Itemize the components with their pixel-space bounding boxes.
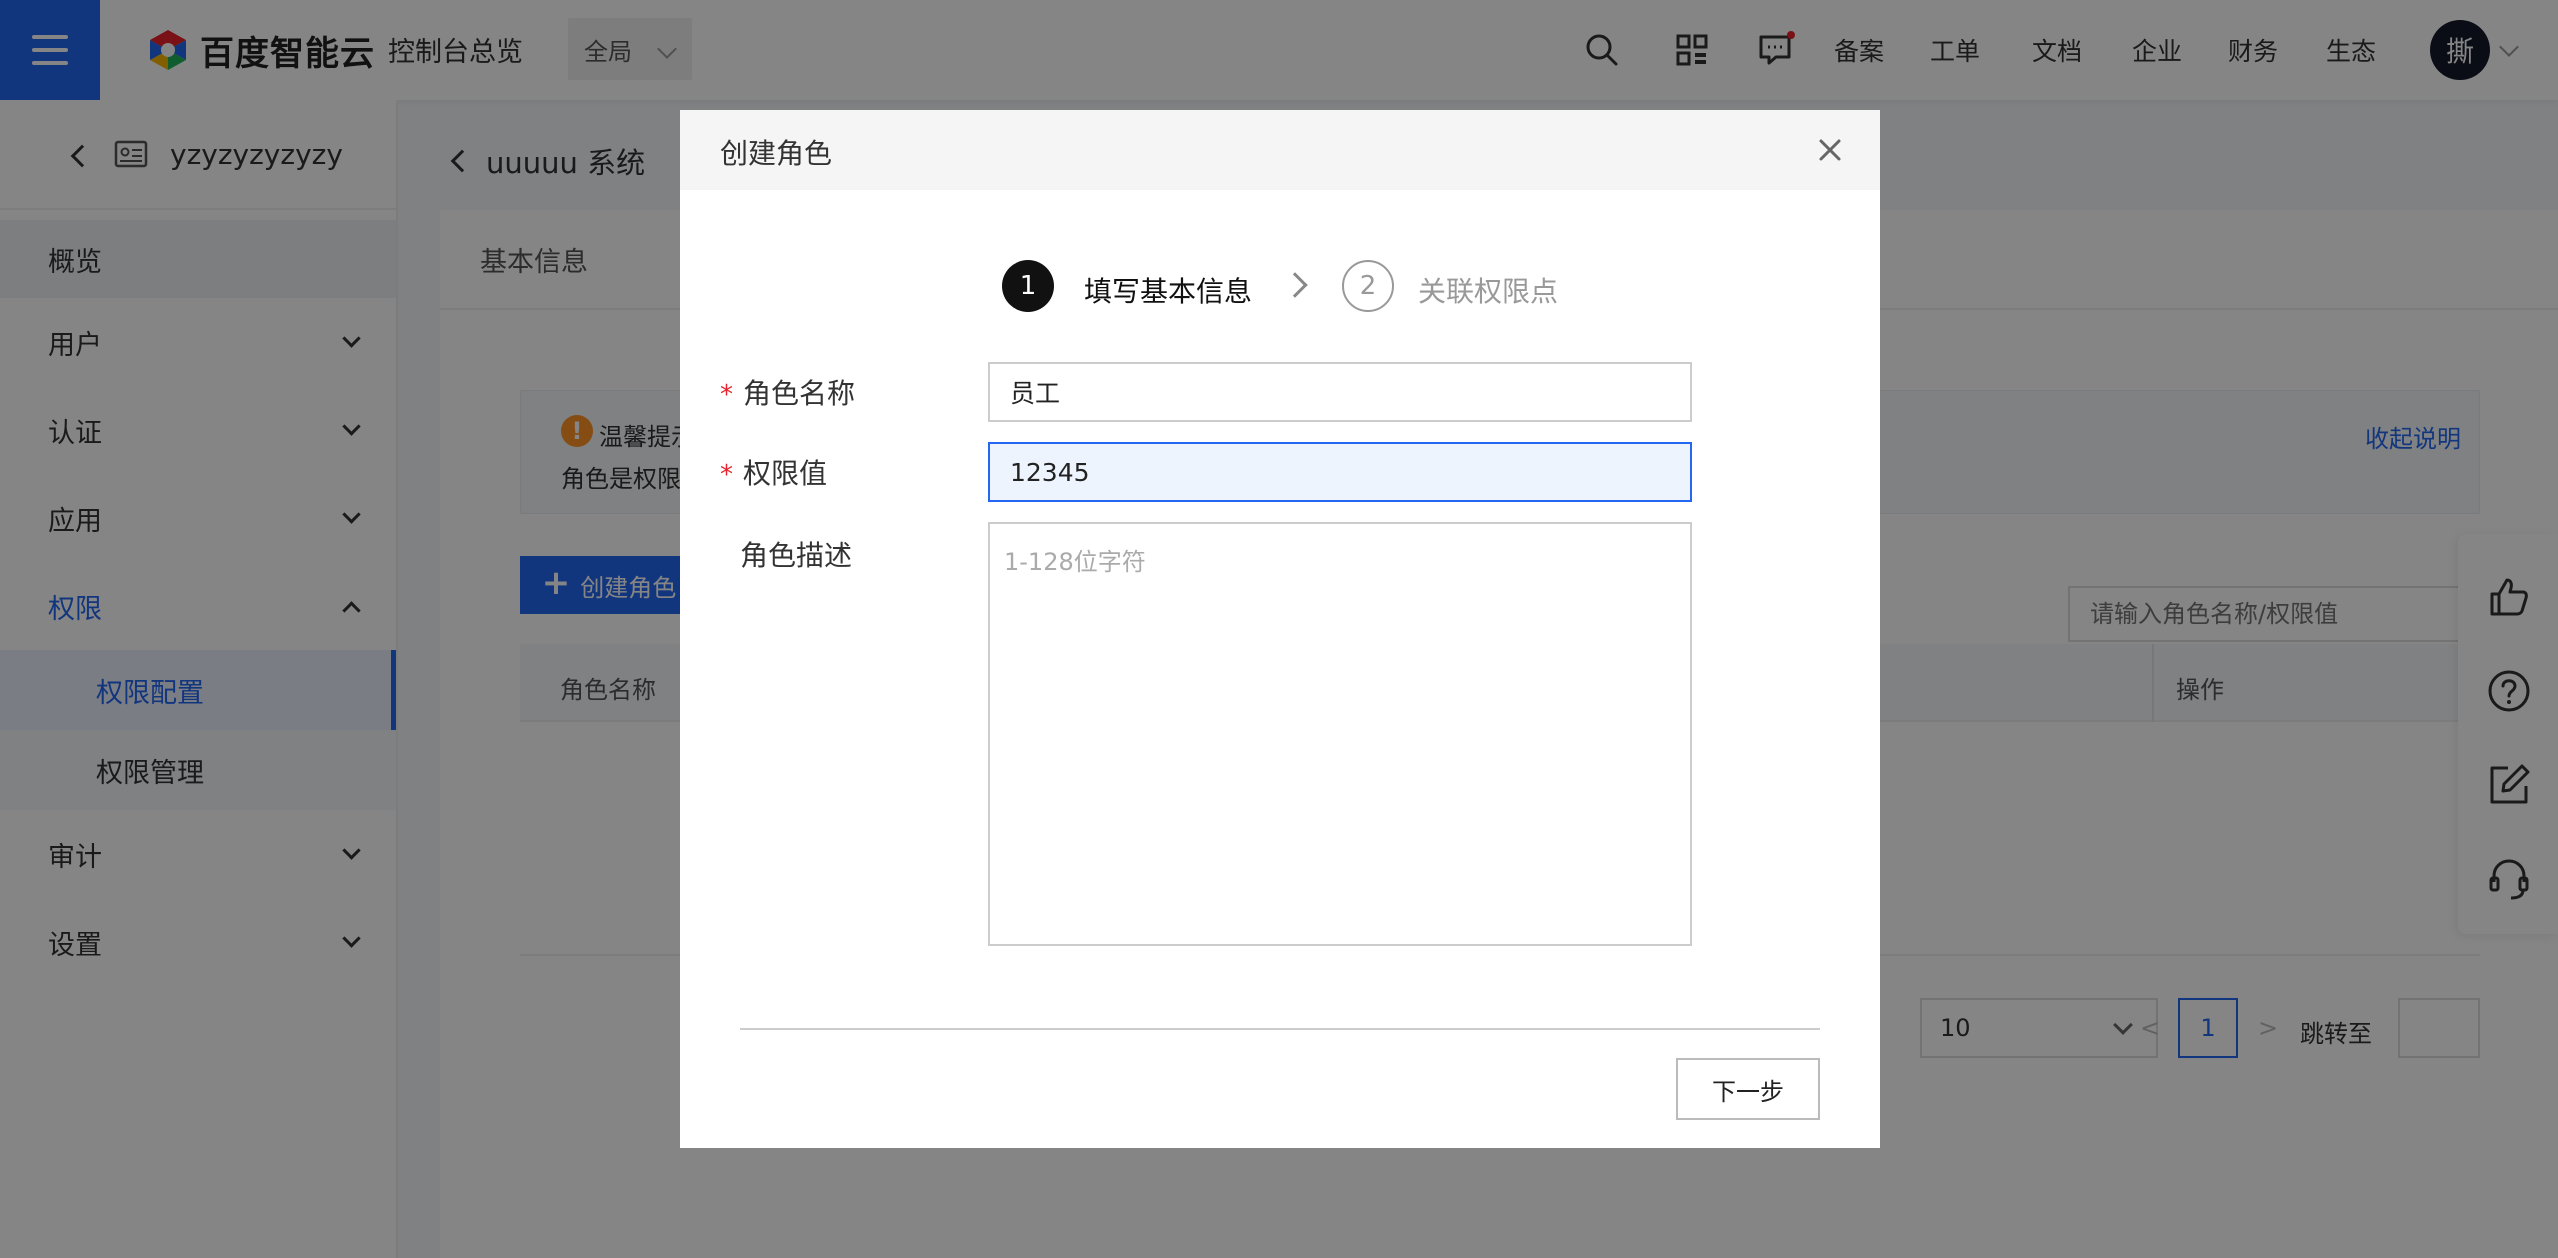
dialog-header: 创建角色: [680, 110, 1880, 190]
role-description-textarea[interactable]: [988, 522, 1692, 946]
required-mark: *: [720, 380, 733, 410]
role-name-label-text: 角色名称: [743, 377, 856, 410]
permission-value-label-text: 权限值: [743, 457, 828, 490]
required-mark: *: [720, 460, 733, 490]
dialog-divider: [740, 1028, 1820, 1030]
next-step-button[interactable]: 下一步: [1676, 1058, 1820, 1120]
permission-value-label: * 权限值: [720, 452, 827, 492]
step-1-number: 1: [1002, 260, 1054, 312]
step-2-label: 关联权限点: [1418, 275, 1559, 308]
role-name-input[interactable]: [988, 362, 1692, 422]
role-description-label: 角色描述: [740, 539, 853, 572]
step-indicator: 1 填写基本信息 2 关联权限点: [680, 250, 1880, 312]
dialog-title: 创建角色: [720, 137, 833, 170]
create-role-dialog: 创建角色 1 填写基本信息 2 关联权限点 * 角色名称 * 权限值 角色描述 下一…: [680, 110, 1880, 1148]
close-icon[interactable]: [1816, 136, 1844, 164]
step-1-label: 填写基本信息: [1084, 275, 1253, 308]
step-2-number: 2: [1342, 260, 1394, 312]
permission-value-input[interactable]: [988, 442, 1692, 502]
chevron-right-icon: [1282, 272, 1308, 298]
role-name-label: * 角色名称: [720, 372, 855, 412]
